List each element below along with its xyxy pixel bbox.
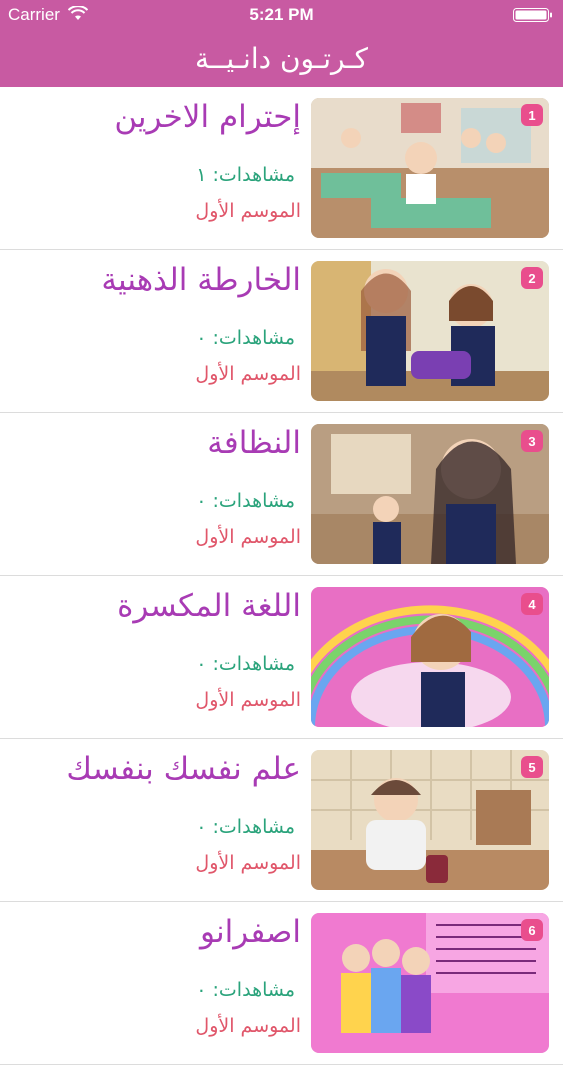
poster-thumbnail-image	[311, 913, 549, 1053]
episode-views: مشاهدات: ٠	[196, 327, 295, 349]
episode-row[interactable]: علم نفسك بنفسك مشاهدات: ٠ الموسم الأول 5	[0, 739, 563, 902]
episode-number-badge: 4	[521, 593, 543, 615]
episode-thumbnail[interactable]: 6	[311, 913, 549, 1053]
cleanliness-thumbnail-image	[311, 424, 549, 564]
episode-number-badge: 2	[521, 267, 543, 289]
students-thumbnail-image	[311, 261, 549, 401]
episode-thumbnail[interactable]: 4	[311, 587, 549, 727]
rainbow-thumbnail-image	[311, 587, 549, 727]
episode-row[interactable]: اصفرانو مشاهدات: ٠ الموسم الأول 6	[0, 902, 563, 1065]
page-title: كـرتـون دانـيــة	[194, 42, 369, 75]
episode-list[interactable]: إحترام الاخرين مشاهدات: ١ الموسم الأول 1…	[0, 87, 563, 1065]
episode-row[interactable]: الخارطة الذهنية مشاهدات: ٠ الموسم الأول …	[0, 250, 563, 413]
episode-season: الموسم الأول	[195, 852, 301, 874]
episode-thumbnail[interactable]: 5	[311, 750, 549, 890]
episode-season: الموسم الأول	[195, 200, 301, 222]
episode-row[interactable]: إحترام الاخرين مشاهدات: ١ الموسم الأول 1	[0, 87, 563, 250]
episode-thumbnail[interactable]: 1	[311, 98, 549, 238]
classroom-thumbnail-image	[311, 98, 549, 238]
episode-title: اللغة المكسرة	[117, 588, 301, 624]
episode-season: الموسم الأول	[195, 526, 301, 548]
episode-number-badge: 1	[521, 104, 543, 126]
episode-season: الموسم الأول	[195, 689, 301, 711]
episode-season: الموسم الأول	[195, 1015, 301, 1037]
episode-number-badge: 6	[521, 919, 543, 941]
episode-thumbnail[interactable]: 2	[311, 261, 549, 401]
episode-title: اصفرانو	[200, 914, 301, 950]
episode-views: مشاهدات: ١	[196, 164, 295, 186]
episode-number-badge: 5	[521, 756, 543, 778]
episode-thumbnail[interactable]: 3	[311, 424, 549, 564]
episode-views: مشاهدات: ٠	[196, 653, 295, 675]
episode-views: مشاهدات: ٠	[196, 490, 295, 512]
episode-title: علم نفسك بنفسك	[66, 751, 301, 787]
episode-row[interactable]: اللغة المكسرة مشاهدات: ٠ الموسم الأول 4	[0, 576, 563, 739]
episode-views: مشاهدات: ٠	[196, 816, 295, 838]
episode-title: الخارطة الذهنية	[101, 262, 301, 298]
episode-season: الموسم الأول	[195, 363, 301, 385]
clock: 5:21 PM	[249, 5, 314, 24]
episode-number-badge: 3	[521, 430, 543, 452]
episode-title: إحترام الاخرين	[114, 99, 301, 135]
episode-views: مشاهدات: ٠	[196, 979, 295, 1001]
battery-icon	[513, 8, 552, 22]
kitchen-thumbnail-image	[311, 750, 549, 890]
status-bar: Carrier 5:21 PM	[0, 0, 563, 30]
episode-title: النظافة	[207, 425, 301, 461]
nav-bar: كـرتـون دانـيــة	[0, 30, 563, 87]
episode-row[interactable]: النظافة مشاهدات: ٠ الموسم الأول 3	[0, 413, 563, 576]
